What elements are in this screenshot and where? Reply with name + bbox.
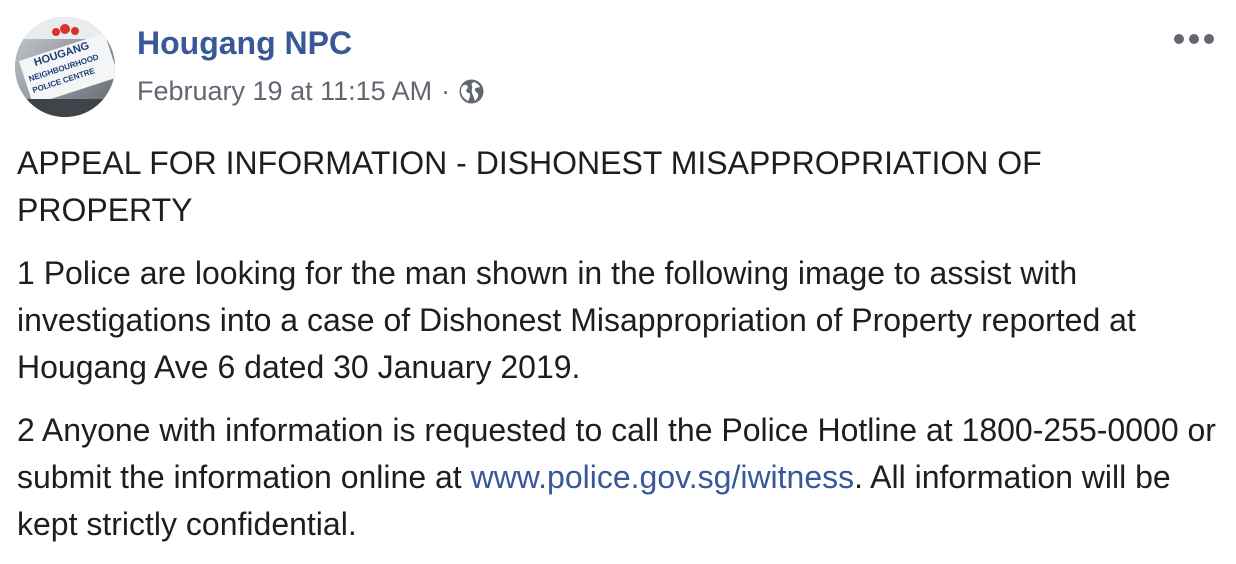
avatar-image: HOUGANG NEIGHBOURHOOD POLICE CENTRE <box>15 17 115 117</box>
post-meta: February 19 at 11:15 AM · <box>137 74 485 108</box>
post-body: APPEAL FOR INFORMATION - DISHONEST MISAP… <box>17 140 1222 564</box>
iwitness-link[interactable]: www.police.gov.sg/iwitness <box>471 459 855 495</box>
meta-separator: · <box>441 76 451 106</box>
post-paragraph-2: 2 Anyone with information is requested t… <box>17 407 1222 548</box>
post-paragraph-1: 1 Police are looking for the man shown i… <box>17 255 1136 385</box>
author-name[interactable]: Hougang NPC <box>137 24 352 62</box>
avatar[interactable]: HOUGANG NEIGHBOURHOOD POLICE CENTRE <box>15 17 115 117</box>
post-timestamp[interactable]: February 19 at 11:15 AM <box>137 74 432 108</box>
post-heading: APPEAL FOR INFORMATION - DISHONEST MISAP… <box>17 145 1042 228</box>
globe-icon[interactable] <box>458 78 485 105</box>
facebook-post: HOUGANG NEIGHBOURHOOD POLICE CENTRE Houg… <box>0 0 1236 559</box>
more-options-icon[interactable] <box>1170 26 1218 52</box>
